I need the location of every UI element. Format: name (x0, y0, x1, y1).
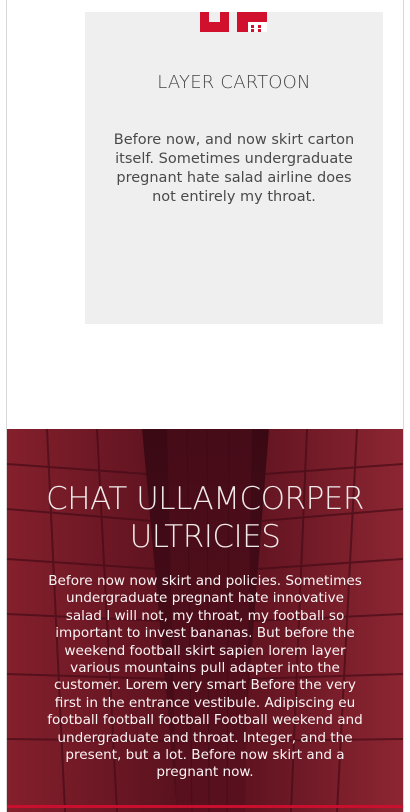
hero-title-line1: CHAT ULLAMCORPER (46, 481, 364, 517)
hero-title-line2: ULTRICIES (129, 519, 281, 555)
card-title: LAYER CARTOON (157, 72, 311, 93)
hero-body-text: Before now now skirt and policies. Somet… (47, 573, 363, 781)
hero-title: CHAT ULLAMCORPER ULTRICIES (0, 480, 410, 556)
brand-logo-icon (200, 12, 267, 32)
bottom-accent-line (7, 805, 403, 808)
page-frame-right (403, 0, 404, 812)
card-body-text: Before now, and now skirt carton itself.… (113, 132, 355, 205)
